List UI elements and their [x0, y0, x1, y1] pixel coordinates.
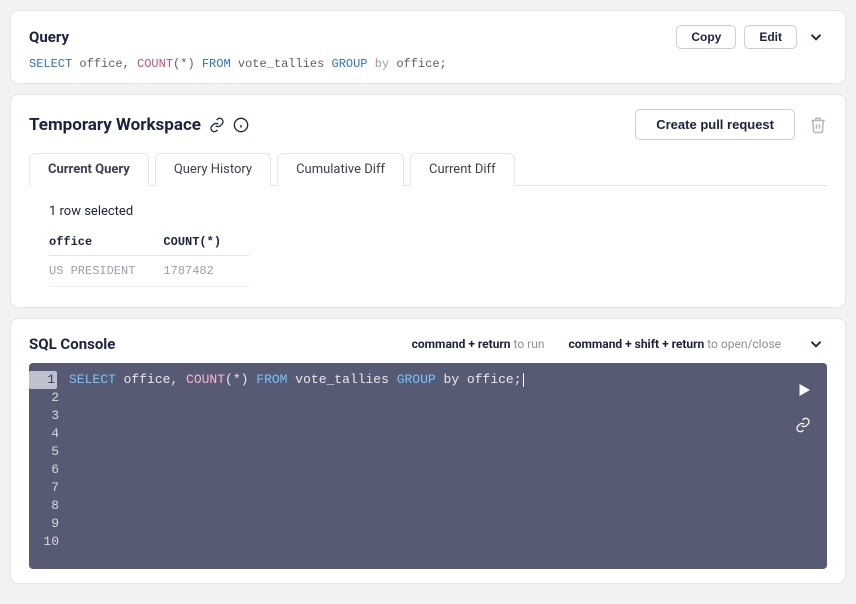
- col-header-office: office: [49, 229, 163, 256]
- query-sql-text: SELECT office, COUNT(*) FROM vote_tallie…: [29, 57, 827, 71]
- token-by-rest: by office;: [436, 372, 522, 387]
- text-cursor: [523, 373, 524, 387]
- workspace-title: Temporary Workspace: [29, 115, 201, 135]
- table-row: US PRESIDENT 1787482: [49, 256, 249, 287]
- trash-icon[interactable]: [809, 116, 827, 134]
- line-number: 8: [29, 497, 59, 515]
- token-count-arg: (*): [225, 372, 256, 387]
- query-header: Query Copy Edit: [29, 25, 827, 49]
- token-table: vote_tallies: [231, 57, 332, 71]
- token-group: GROUP: [332, 57, 368, 71]
- editor-actions: [795, 381, 813, 433]
- line-number: 9: [29, 515, 59, 533]
- line-number: 2: [29, 389, 59, 407]
- sql-editor[interactable]: 1 2 3 4 5 6 7 8 9 10 SELECT office, COUN…: [29, 363, 827, 569]
- token-from: FROM: [202, 57, 231, 71]
- token-count: COUNT: [137, 57, 173, 71]
- copy-button[interactable]: Copy: [676, 25, 736, 49]
- hint-run-cmd: command + return: [412, 337, 511, 351]
- token-rest: office;: [389, 57, 447, 71]
- query-header-actions: Copy Edit: [676, 25, 827, 49]
- line-number: 10: [29, 533, 59, 551]
- link-icon[interactable]: [795, 417, 813, 433]
- tab-current-query[interactable]: Current Query: [29, 153, 149, 186]
- tab-cumulative-diff[interactable]: Cumulative Diff: [277, 153, 404, 186]
- edit-button[interactable]: Edit: [744, 25, 797, 49]
- line-number: 4: [29, 425, 59, 443]
- link-icon[interactable]: [209, 117, 225, 133]
- hint-run-suffix: to run: [511, 337, 545, 351]
- token-select: SELECT: [29, 57, 72, 71]
- results-table: office COUNT(*) US PRESIDENT 1787482: [49, 229, 249, 287]
- create-pull-request-button[interactable]: Create pull request: [635, 109, 795, 140]
- cell-count: 1787482: [163, 256, 249, 287]
- console-hints: command + return to run command + shift …: [412, 333, 827, 355]
- col-header-count: COUNT(*): [163, 229, 249, 256]
- line-number: 6: [29, 461, 59, 479]
- hint-open-cmd: command + shift + return: [568, 337, 704, 351]
- chevron-down-icon[interactable]: [805, 333, 827, 355]
- query-title: Query: [29, 28, 69, 46]
- editor-code[interactable]: SELECT office, COUNT(*) FROM vote_tallie…: [69, 371, 827, 551]
- token-cols: office,: [116, 372, 186, 387]
- hint-open-suffix: to open/close: [704, 337, 781, 351]
- line-number: 3: [29, 407, 59, 425]
- info-icon[interactable]: [233, 117, 249, 133]
- workspace-header: Temporary Workspace Create pull request: [29, 109, 827, 140]
- token-by: by: [368, 57, 390, 71]
- run-icon[interactable]: [795, 381, 813, 399]
- token-cols: office,: [72, 57, 137, 71]
- console-title: SQL Console: [29, 335, 115, 353]
- code-line[interactable]: SELECT office, COUNT(*) FROM vote_tallie…: [69, 371, 827, 389]
- token-from: FROM: [256, 372, 287, 387]
- console-header: SQL Console command + return to run comm…: [29, 333, 827, 355]
- tab-current-diff[interactable]: Current Diff: [410, 153, 515, 186]
- workspace-card: Temporary Workspace Create pull request …: [10, 94, 846, 308]
- line-number: 7: [29, 479, 59, 497]
- workspace-header-right: Create pull request: [635, 109, 827, 140]
- line-number: 1: [29, 371, 57, 389]
- token-group: GROUP: [397, 372, 436, 387]
- token-count-arg: (*): [173, 57, 202, 71]
- workspace-tabs: Current Query Query History Cumulative D…: [29, 152, 827, 186]
- hint-run: command + return to run: [412, 337, 545, 351]
- chevron-down-icon[interactable]: [805, 26, 827, 48]
- workspace-title-row: Temporary Workspace: [29, 115, 249, 135]
- token-select: SELECT: [69, 372, 116, 387]
- token-table: vote_tallies: [287, 372, 396, 387]
- workspace-title-icons: [209, 117, 249, 133]
- editor-gutter: 1 2 3 4 5 6 7 8 9 10: [29, 371, 69, 551]
- cell-office: US PRESIDENT: [49, 256, 163, 287]
- query-card: Query Copy Edit SELECT office, COUNT(*) …: [10, 10, 846, 84]
- tab-content: 1 row selected office COUNT(*) US PRESID…: [29, 186, 827, 287]
- line-number: 5: [29, 443, 59, 461]
- sql-console-card: SQL Console command + return to run comm…: [10, 318, 846, 584]
- tab-query-history[interactable]: Query History: [155, 153, 271, 186]
- row-selected-status: 1 row selected: [49, 204, 821, 219]
- hint-open: command + shift + return to open/close: [568, 337, 781, 351]
- token-count: COUNT: [186, 372, 225, 387]
- table-header-row: office COUNT(*): [49, 229, 249, 256]
